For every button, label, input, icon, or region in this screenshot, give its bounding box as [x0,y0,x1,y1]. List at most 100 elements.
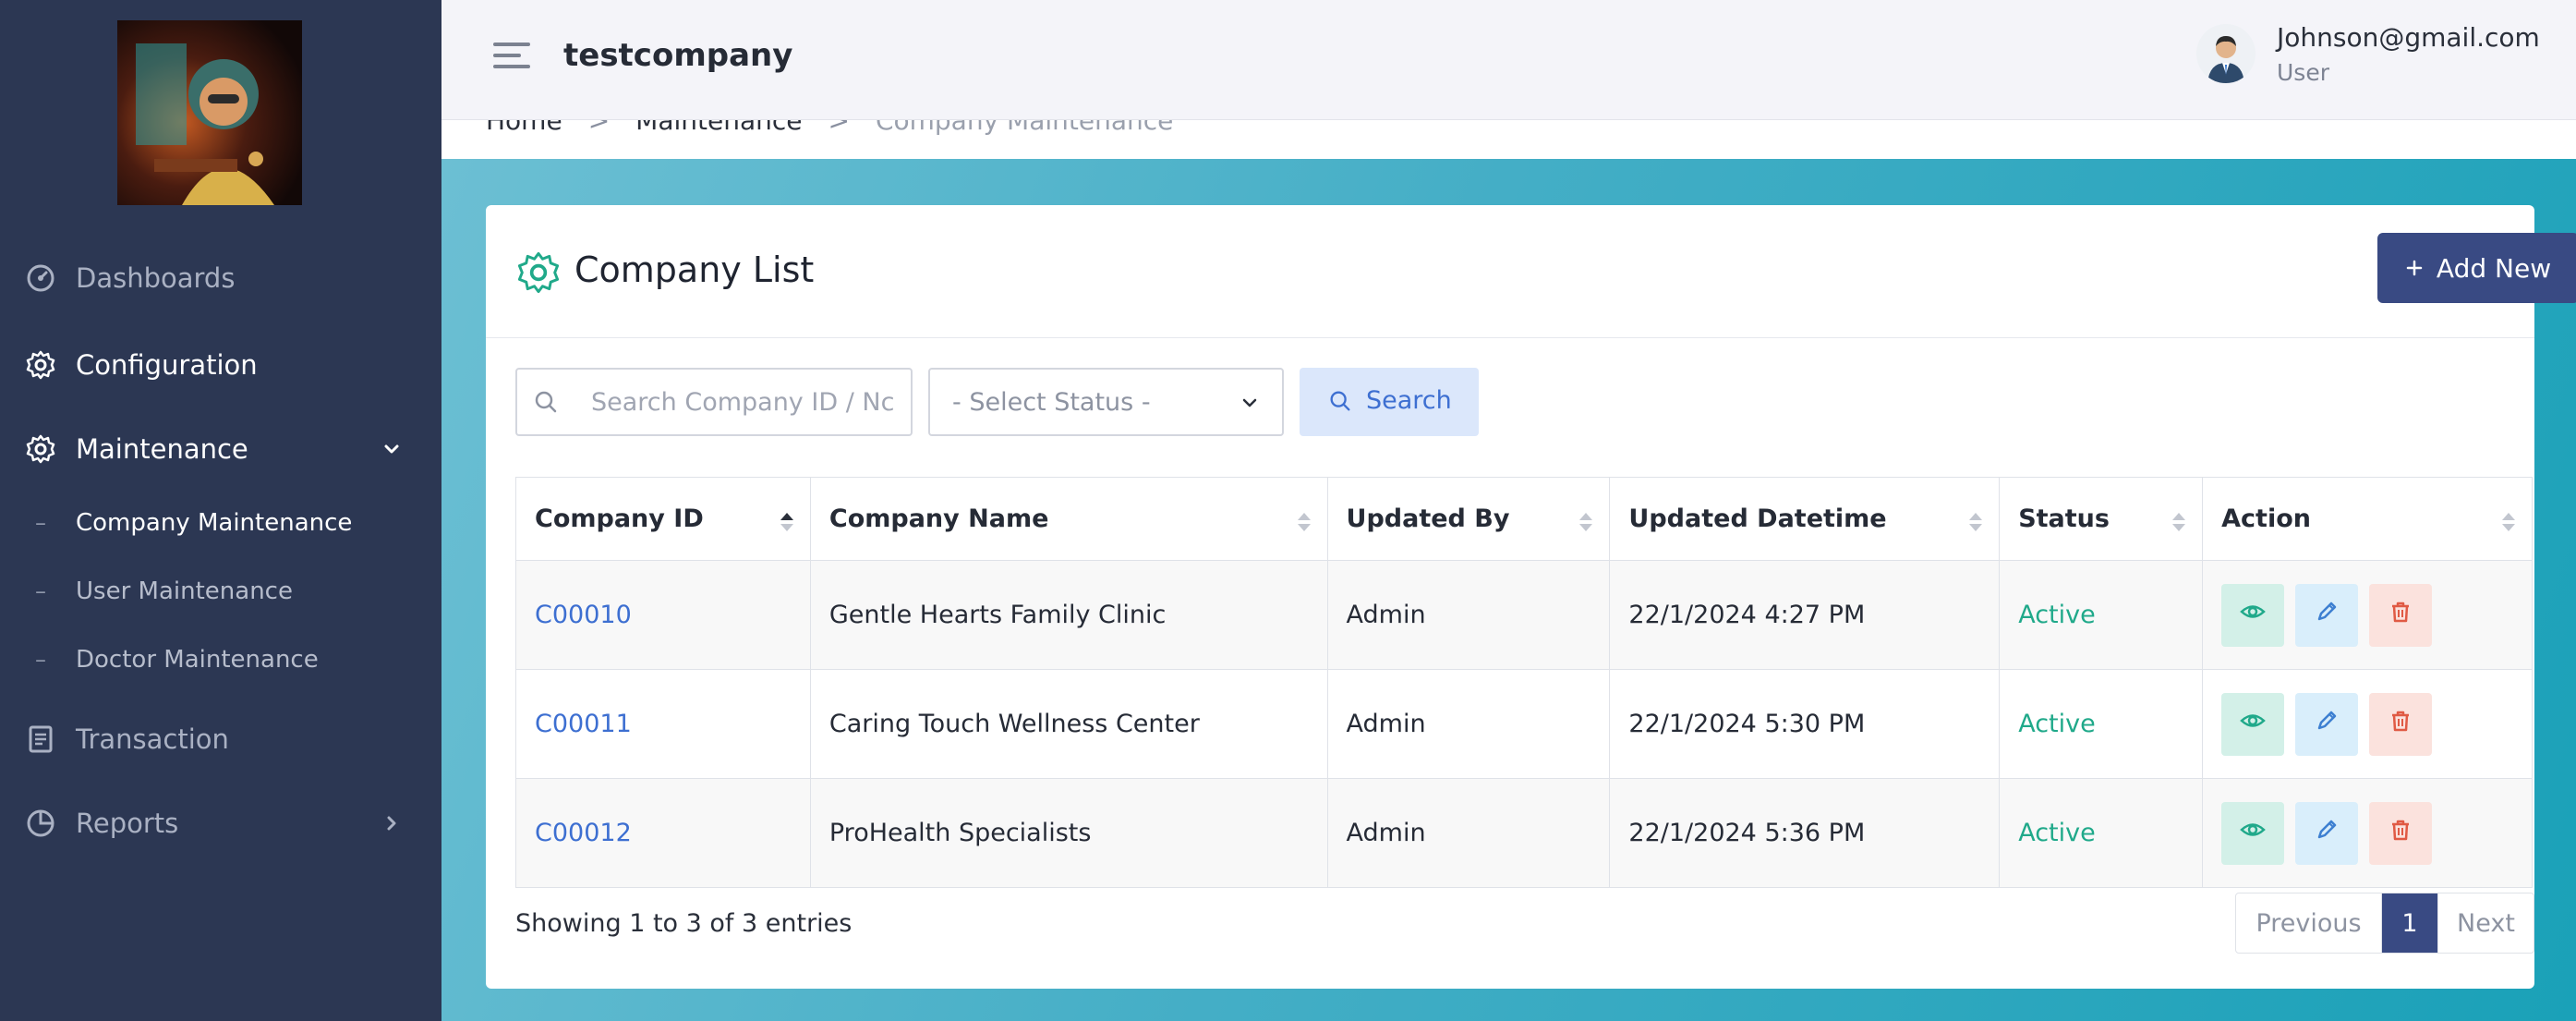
table-row: C00010 Gentle Hearts Family Clinic Admin… [515,560,2533,670]
column-header-company-id[interactable]: Company ID [515,477,811,561]
sort-icon [780,513,793,533]
company-id-link[interactable]: C00011 [535,710,632,738]
cell-status: Active [1999,669,2204,779]
gear-icon [24,432,57,466]
view-button[interactable] [2221,583,2285,647]
pencil-icon [2313,598,2340,632]
sidebar-item-label: Dashboards [76,262,236,294]
table-row: C00011 Caring Touch Wellness Center Admi… [515,669,2533,779]
trash-icon [2387,598,2414,632]
search-icon [1327,388,1353,414]
trash-icon [2387,707,2414,741]
page-title: Company List [574,249,815,290]
column-header-label: Status [2018,504,2110,533]
sidebar-item-reports[interactable]: Reports [0,796,441,851]
cell-actions [2202,778,2533,888]
edit-button[interactable] [2295,801,2359,865]
status-select[interactable]: - Select Status - [928,368,1284,436]
sidebar-subitem-user-maintenance[interactable]: – User Maintenance [0,568,441,614]
sidebar-item-maintenance[interactable]: Maintenance [0,421,441,477]
pencil-icon [2313,707,2340,741]
sort-icon [2502,513,2515,533]
trash-icon [2387,816,2414,850]
add-new-button[interactable]: Add New [2377,233,2576,303]
cell-status: Active [1999,778,2204,888]
column-header-updated-datetime[interactable]: Updated Datetime [1609,477,2001,561]
company-logo [117,20,302,205]
plus-icon [2405,253,2424,284]
avatar[interactable] [2196,24,2256,83]
cell-actions [2202,669,2533,779]
delete-button[interactable] [2369,692,2433,756]
sidebar-item-label: Transaction [76,723,229,755]
delete-button[interactable] [2369,583,2433,647]
search-placeholder: Search Company ID / Nc [591,388,895,417]
column-header-label: Company Name [828,504,1049,533]
sidebar-item-dashboards[interactable]: Dashboards [0,250,441,306]
column-header-updated-by[interactable]: Updated By [1326,477,1611,561]
company-name: testcompany [563,37,793,74]
search-button[interactable]: Search [1300,368,1479,436]
gear-icon [515,249,562,296]
chevron-down-icon [1239,392,1263,416]
sidebar-item-label: Reports [76,808,179,839]
sort-icon [1579,513,1593,533]
previous-page-button[interactable]: Previous [2236,893,2382,953]
status-select-value: - Select Status - [952,388,1151,417]
company-table: Company ID Company Name Updated By Updat… [515,477,2533,888]
menu-toggle-icon[interactable] [493,41,530,70]
sidebar-subitem-doctor-maintenance[interactable]: – Doctor Maintenance [0,637,441,683]
status-badge: Active [2018,710,2096,738]
company-id-link[interactable]: C00010 [535,601,632,629]
sidebar-item-label: Configuration [76,349,258,381]
column-header-action[interactable]: Action [2202,477,2533,561]
page-button-1[interactable]: 1 [2382,893,2437,953]
view-button[interactable] [2221,801,2285,865]
eye-icon [2239,816,2267,850]
chevron-down-icon [379,436,405,462]
sort-icon [1969,513,1983,533]
cell-actions [2202,560,2533,670]
column-header-label: Company ID [535,504,704,533]
next-page-button[interactable]: Next [2437,893,2534,953]
sort-icon [1297,513,1311,533]
sidebar-subitem-label: Doctor Maintenance [76,646,319,674]
cell-company-name: Caring Touch Wellness Center [809,669,1328,779]
cell-updated-by: Admin [1326,778,1611,888]
edit-button[interactable] [2295,583,2359,647]
column-header-company-name[interactable]: Company Name [809,477,1328,561]
edit-button[interactable] [2295,692,2359,756]
cell-company-id[interactable]: C00010 [515,560,811,670]
cell-status: Active [1999,560,2204,670]
pencil-icon [2313,816,2340,850]
search-icon [532,388,562,418]
cell-company-name: ProHealth Specialists [809,778,1328,888]
sidebar-subitem-company-maintenance[interactable]: – Company Maintenance [0,500,441,546]
dash-marker: – [35,578,46,604]
cell-updated-datetime: 22/1/2024 5:30 PM [1609,669,2001,779]
cell-company-id[interactable]: C00011 [515,669,811,779]
table-row: C00012 ProHealth Specialists Admin 22/1/… [515,778,2533,888]
user-email[interactable]: Johnson@gmail.com [2277,22,2540,53]
cell-updated-datetime: 22/1/2024 5:36 PM [1609,778,2001,888]
company-id-link[interactable]: C00012 [535,819,632,847]
column-header-status[interactable]: Status [1999,477,2204,561]
top-bar: testcompany Johnson@gmail.com User [441,0,2576,120]
table-header-row: Company ID Company Name Updated By Updat… [515,477,2533,561]
search-button-label: Search [1366,386,1452,415]
sidebar-item-configuration[interactable]: Configuration [0,337,441,393]
user-role: User [2277,59,2329,86]
sidebar: Dashboards Configuration Maintenance – C… [0,0,441,1021]
pagination: Previous 1 Next [2235,893,2534,954]
search-input[interactable]: Search Company ID / Nc [515,368,913,436]
view-button[interactable] [2221,692,2285,756]
column-header-label: Action [2221,504,2311,533]
cell-updated-by: Admin [1326,560,1611,670]
sidebar-item-transaction[interactable]: Transaction [0,711,441,767]
delete-button[interactable] [2369,801,2433,865]
sidebar-item-label: Maintenance [76,433,248,465]
add-new-label: Add New [2436,252,2552,284]
main-content: Home > Maintenance > Company Maintenance… [441,0,2576,1021]
column-header-label: Updated By [1346,504,1510,533]
cell-company-id[interactable]: C00012 [515,778,811,888]
